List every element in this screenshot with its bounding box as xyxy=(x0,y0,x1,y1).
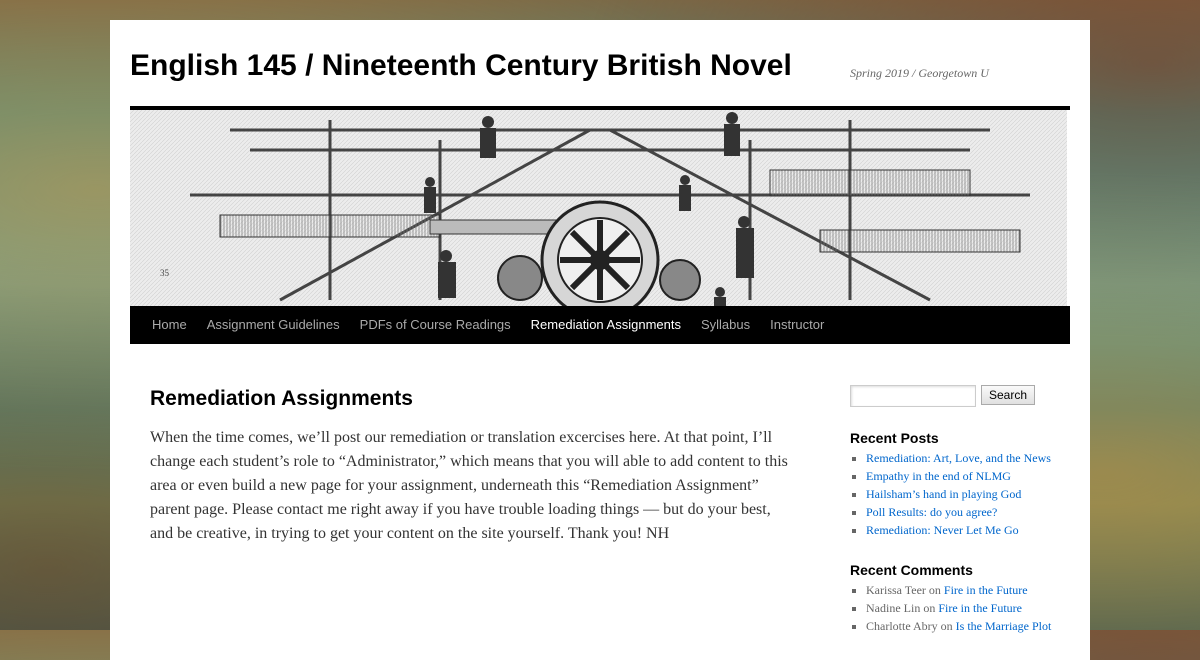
page-body-text: When the time comes, we’ll post our reme… xyxy=(150,429,788,542)
comment-author: Karissa Teer xyxy=(866,583,926,597)
nav-item-remediation-assignments[interactable]: Remediation Assignments xyxy=(521,306,691,344)
recent-comments-title: Recent Comments xyxy=(850,562,973,578)
main-navigation: Home Assignment Guidelines PDFs of Cours… xyxy=(130,306,1070,344)
comment-on-text: on xyxy=(940,619,953,633)
list-item: Remediation: Art, Love, and the News xyxy=(866,449,1070,467)
sidebar: Search Recent Posts Remediation: Art, Lo… xyxy=(850,385,1070,635)
page-title: Remediation Assignments xyxy=(150,387,413,410)
comment-author: Nadine Lin xyxy=(866,601,921,615)
list-item: Remediation: Never Let Me Go xyxy=(866,521,1070,539)
comment-post-link[interactable]: Is the Marriage Plot xyxy=(956,619,1052,633)
search-form: Search xyxy=(850,385,1070,407)
nav-item-syllabus[interactable]: Syllabus xyxy=(691,306,760,344)
nav-item-home[interactable]: Home xyxy=(142,306,197,344)
comment-author: Charlotte Abry xyxy=(866,619,938,633)
list-item: Karissa Teer on Fire in the Future xyxy=(866,581,1070,599)
comment-on-text: on xyxy=(928,583,941,597)
comment-on-text: on xyxy=(923,601,936,615)
nav-item-instructor[interactable]: Instructor xyxy=(760,306,834,344)
recent-post-link[interactable]: Poll Results: do you agree? xyxy=(866,505,997,519)
comment-post-link[interactable]: Fire in the Future xyxy=(944,583,1028,597)
banner-plate-number: 35 xyxy=(160,268,170,278)
list-item: Nadine Lin on Fire in the Future xyxy=(866,599,1070,617)
site-header: English 145 / Nineteenth Century British… xyxy=(130,20,1070,110)
list-item: Charlotte Abry on Is the Marriage Plot xyxy=(866,617,1070,635)
list-item: Poll Results: do you agree? xyxy=(866,503,1070,521)
header-banner-image: 35 xyxy=(130,110,1067,306)
main-content: Remediation Assignments When the time co… xyxy=(150,385,790,546)
site-title[interactable]: English 145 / Nineteenth Century British… xyxy=(130,49,792,83)
page-wrapper: English 145 / Nineteenth Century British… xyxy=(110,20,1090,660)
recent-post-link[interactable]: Remediation: Never Let Me Go xyxy=(866,523,1019,537)
list-item: Empathy in the end of NLMG xyxy=(866,467,1070,485)
search-input[interactable] xyxy=(850,385,976,407)
site-description: Spring 2019 / Georgetown U xyxy=(850,66,989,80)
recent-posts-title: Recent Posts xyxy=(850,430,939,446)
nav-item-pdfs-of-course-readings[interactable]: PDFs of Course Readings xyxy=(350,306,521,344)
list-item: Hailsham’s hand in playing God xyxy=(866,485,1070,503)
search-button[interactable]: Search xyxy=(981,385,1036,405)
recent-post-link[interactable]: Remediation: Art, Love, and the News xyxy=(866,451,1051,465)
recent-post-link[interactable]: Empathy in the end of NLMG xyxy=(866,469,1011,483)
comment-post-link[interactable]: Fire in the Future xyxy=(938,601,1022,615)
recent-comments-widget: Recent Comments Karissa Teer on Fire in … xyxy=(850,561,1070,635)
recent-post-link[interactable]: Hailsham’s hand in playing God xyxy=(866,487,1021,501)
recent-posts-widget: Recent Posts Remediation: Art, Love, and… xyxy=(850,429,1070,539)
nav-item-assignment-guidelines[interactable]: Assignment Guidelines xyxy=(197,306,350,344)
